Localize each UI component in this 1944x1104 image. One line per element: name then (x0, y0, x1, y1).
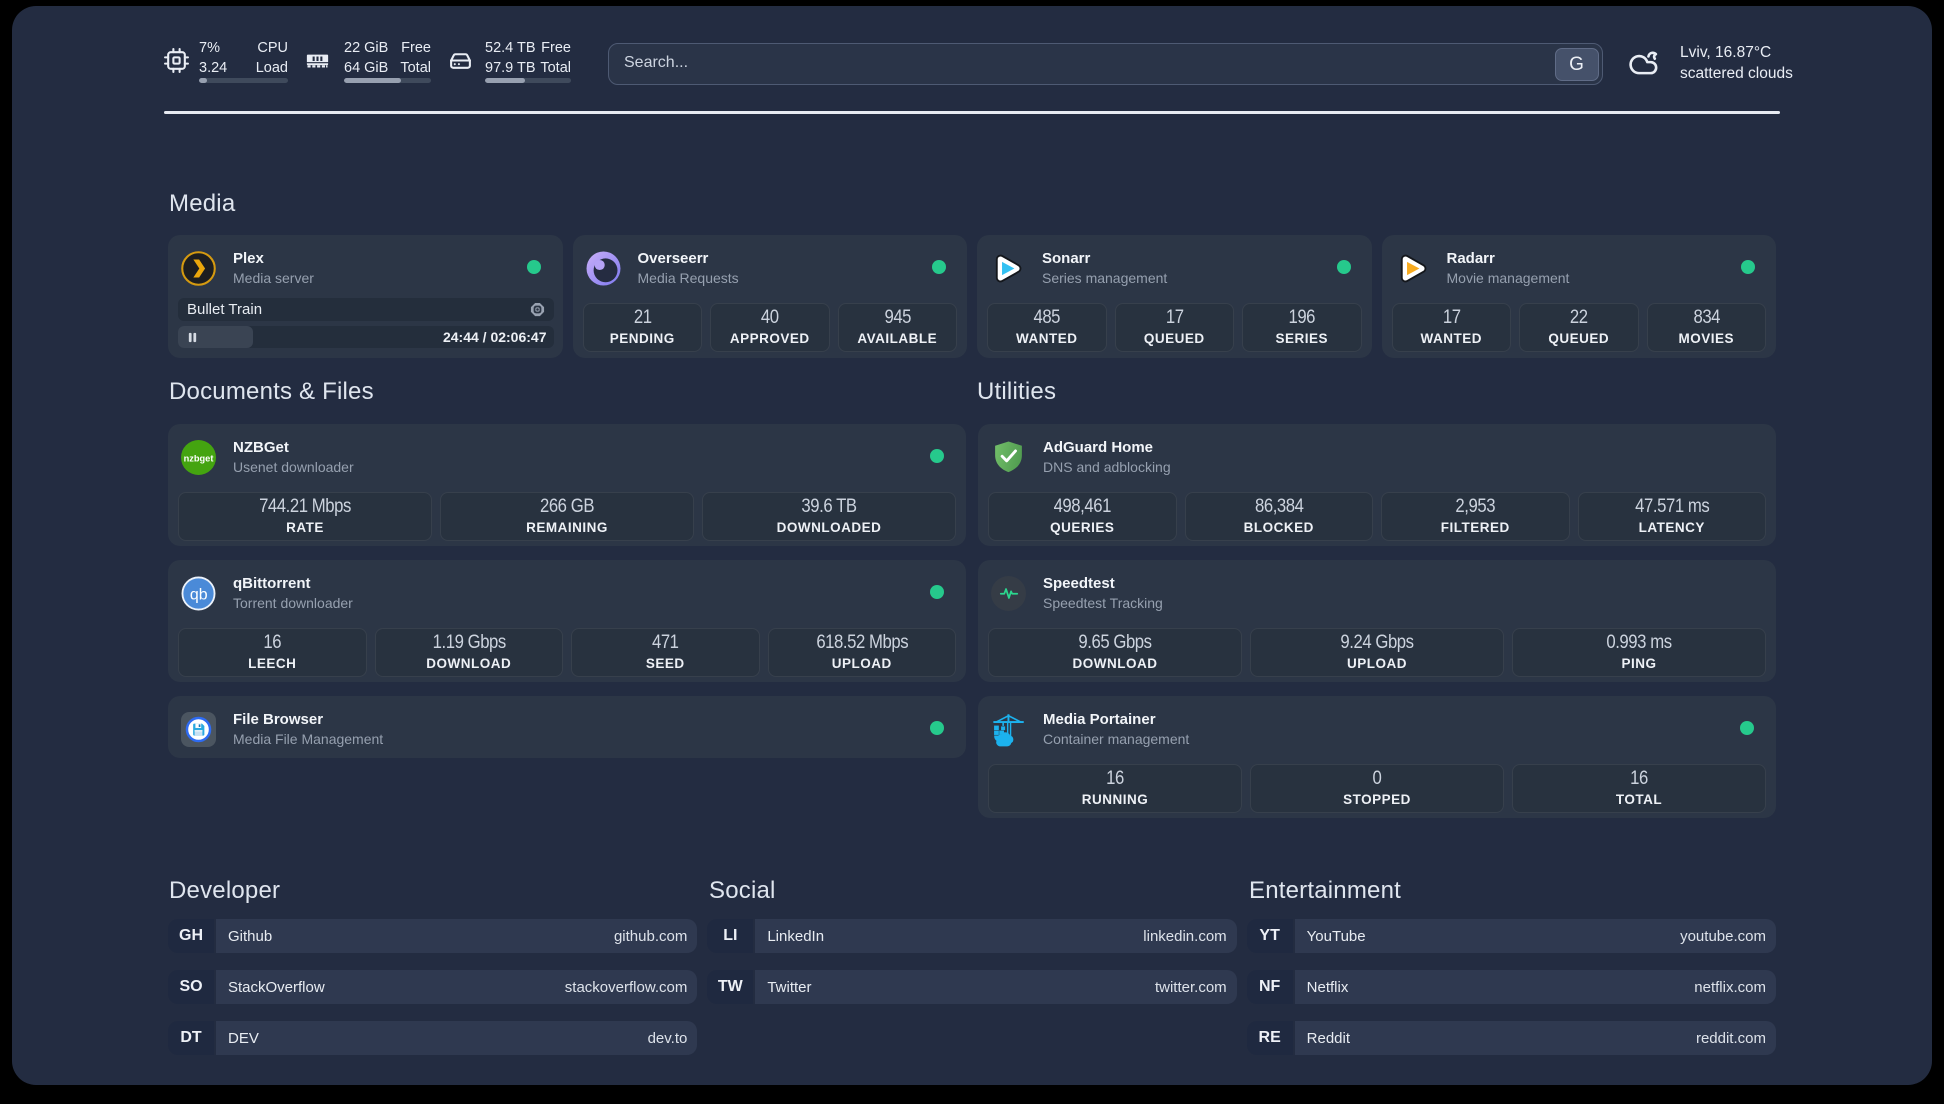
svg-text:qb: qb (190, 586, 208, 603)
svg-text:nzbget: nzbget (184, 453, 214, 463)
